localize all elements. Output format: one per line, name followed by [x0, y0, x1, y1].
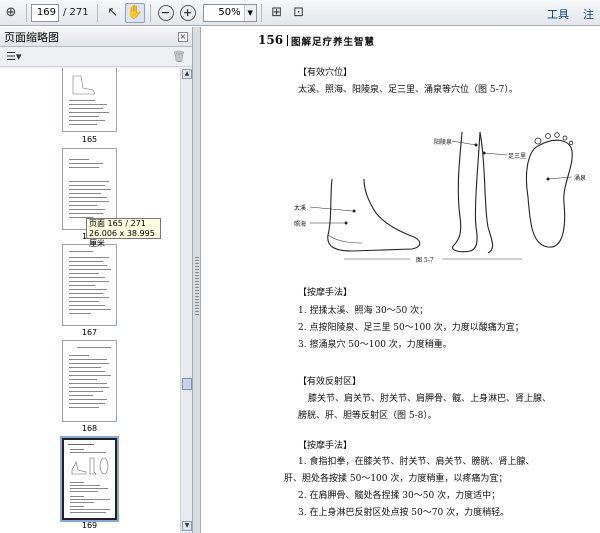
page-number-input[interactable] — [31, 3, 59, 22]
body-text: 膝关节、肩关节、肘关节、肩胛骨、髋、上身淋巴、肾上腺、 — [308, 394, 552, 404]
body-text: 2. 点按阳陵泉、足三里 50～100 次，力度以酸痛为宜； — [298, 323, 524, 333]
thumbnail-list: 165 166 — [0, 68, 180, 533]
foot-illustration — [309, 131, 574, 260]
zoom-value: 50% — [218, 7, 241, 18]
menu-tools[interactable]: 工具 — [547, 6, 569, 22]
page-header-title: 图解足疗养生智慧 — [291, 37, 376, 48]
body-text: 膀胱、肝、胆等反射区（图 5-8）。 — [298, 411, 437, 421]
sidebar-scrollbar[interactable]: ▲ ▼ — [180, 68, 192, 533]
splitter-grip-icon[interactable] — [195, 257, 199, 317]
body-text: 1. 捏揉太溪、照海 30～50 次； — [298, 306, 429, 316]
scroll-down-icon[interactable]: ▼ — [182, 521, 192, 531]
tooltip-page: 页面 165 / 271 — [89, 219, 146, 228]
sidebar-header: 页面缩略图 × — [0, 27, 192, 47]
page-total: / 271 — [63, 7, 89, 18]
body-text: 太溪、照海、阳陵泉、足三里、涌泉等穴位（图 5-7）。 — [298, 85, 518, 95]
section-heading: 【有效穴位】 — [298, 68, 353, 78]
body-text: 肝、胆处各按揉 50～100 次，力度稍重，以疼痛为宜； — [284, 474, 508, 484]
next-page-icon[interactable]: ⊕ — [1, 3, 21, 23]
section-heading: 【有效反射区】 — [298, 377, 362, 387]
toolbar-separator — [96, 3, 98, 22]
thumbnail-page-167[interactable] — [62, 244, 117, 326]
toolbar: ⊕ / 271 ↖ ✋ − + 50% ▼ ⊞ ⊡ 工具 注 — [0, 0, 600, 26]
page-tooltip: 页面 165 / 271 26.006 x 38.995 厘米 — [86, 218, 161, 248]
sidebar-toolbar: ☰▾ 🗑 — [0, 47, 192, 67]
zoom-in-icon[interactable]: + — [178, 3, 198, 23]
thumbnail-preview — [69, 347, 111, 408]
header-divider — [287, 35, 288, 46]
toolbar-separator — [260, 3, 262, 22]
zoom-select[interactable]: 50% ▼ — [202, 3, 257, 22]
thumbnail-label: 165 — [81, 135, 98, 144]
select-arrow-icon[interactable]: ↖ — [103, 3, 123, 23]
body-text: 1. 食指扣拳，在膝关节、肘关节、肩关节、膀胱、肾上腺、 — [298, 457, 535, 467]
pane-splitter[interactable] — [193, 27, 201, 533]
scroll-up-icon[interactable]: ▲ — [182, 69, 192, 79]
label-taixi: 太溪 — [294, 205, 307, 212]
sidebar-title: 页面缩略图 — [4, 30, 59, 44]
thumbnail-page-168[interactable] — [62, 340, 117, 422]
trash-icon[interactable]: 🗑 — [172, 50, 186, 63]
document-page: 156 图解足疗养生智慧 【有效穴位】 太溪、照海、阳陵泉、足三里、涌泉等穴位（… — [228, 27, 600, 533]
label-yongquan: 涌泉 — [574, 175, 587, 182]
label-zhaohai: 照海 — [294, 221, 307, 228]
section-heading: 【按摩手法】 — [298, 441, 353, 451]
close-icon[interactable]: × — [178, 31, 188, 42]
tooltip-size: 26.006 x 38.995 厘米 — [89, 229, 155, 248]
thumbnail-label: 167 — [81, 328, 98, 337]
acupoint-figure: 阳陵泉 足三里 太溪 照海 涌泉 图 5-7 — [292, 127, 592, 267]
thumbnail-label: 168 — [81, 424, 98, 433]
fit-width-icon[interactable]: ⊡ — [289, 3, 309, 23]
thumbnail-sidebar: 页面缩略图 × ☰▾ 🗑 165 167 168 169 页面 165 / 27… — [0, 27, 193, 533]
toolbar-separator — [26, 3, 27, 22]
thumbnail-preview — [69, 75, 109, 125]
options-menu-icon[interactable]: ☰▾ — [6, 50, 21, 63]
thumbnail-page-165[interactable] — [62, 68, 117, 132]
toolbar-separator — [149, 3, 151, 22]
chevron-down-icon[interactable]: ▼ — [243, 4, 256, 21]
body-text: 2. 在肩胛骨、髋处各捏揉 30～50 次，力度适中； — [298, 491, 501, 501]
document-viewer[interactable]: 156 图解足疗养生智慧 【有效穴位】 太溪、照海、阳陵泉、足三里、涌泉等穴位（… — [202, 27, 600, 533]
section-heading: 【按摩手法】 — [298, 288, 353, 298]
thumbnail-preview — [68, 444, 110, 513]
label-zusanli: 足三里 — [508, 153, 527, 160]
hand-tool-icon[interactable]: ✋ — [124, 2, 145, 23]
fit-page-icon[interactable]: ⊞ — [267, 3, 287, 23]
body-text: 3. 在上身淋巴反射区处点按 50～70 次，力度稍轻。 — [298, 508, 510, 518]
zoom-out-icon[interactable]: − — [156, 3, 176, 23]
thumbnail-label: 169 — [81, 521, 98, 530]
page-header-number: 156 — [258, 33, 284, 47]
body-text: 3. 擦涌泉穴 50～100 次，力度稍重。 — [298, 340, 452, 350]
menu-comment[interactable]: 注 — [583, 6, 594, 22]
label-yanglingquan: 阳陵泉 — [434, 139, 453, 146]
thumbnail-page-169[interactable] — [62, 438, 117, 520]
thumbnail-preview — [69, 251, 111, 314]
figure-caption: 图 5-7 — [416, 257, 434, 264]
scrollbar-thumb[interactable] — [182, 378, 192, 390]
